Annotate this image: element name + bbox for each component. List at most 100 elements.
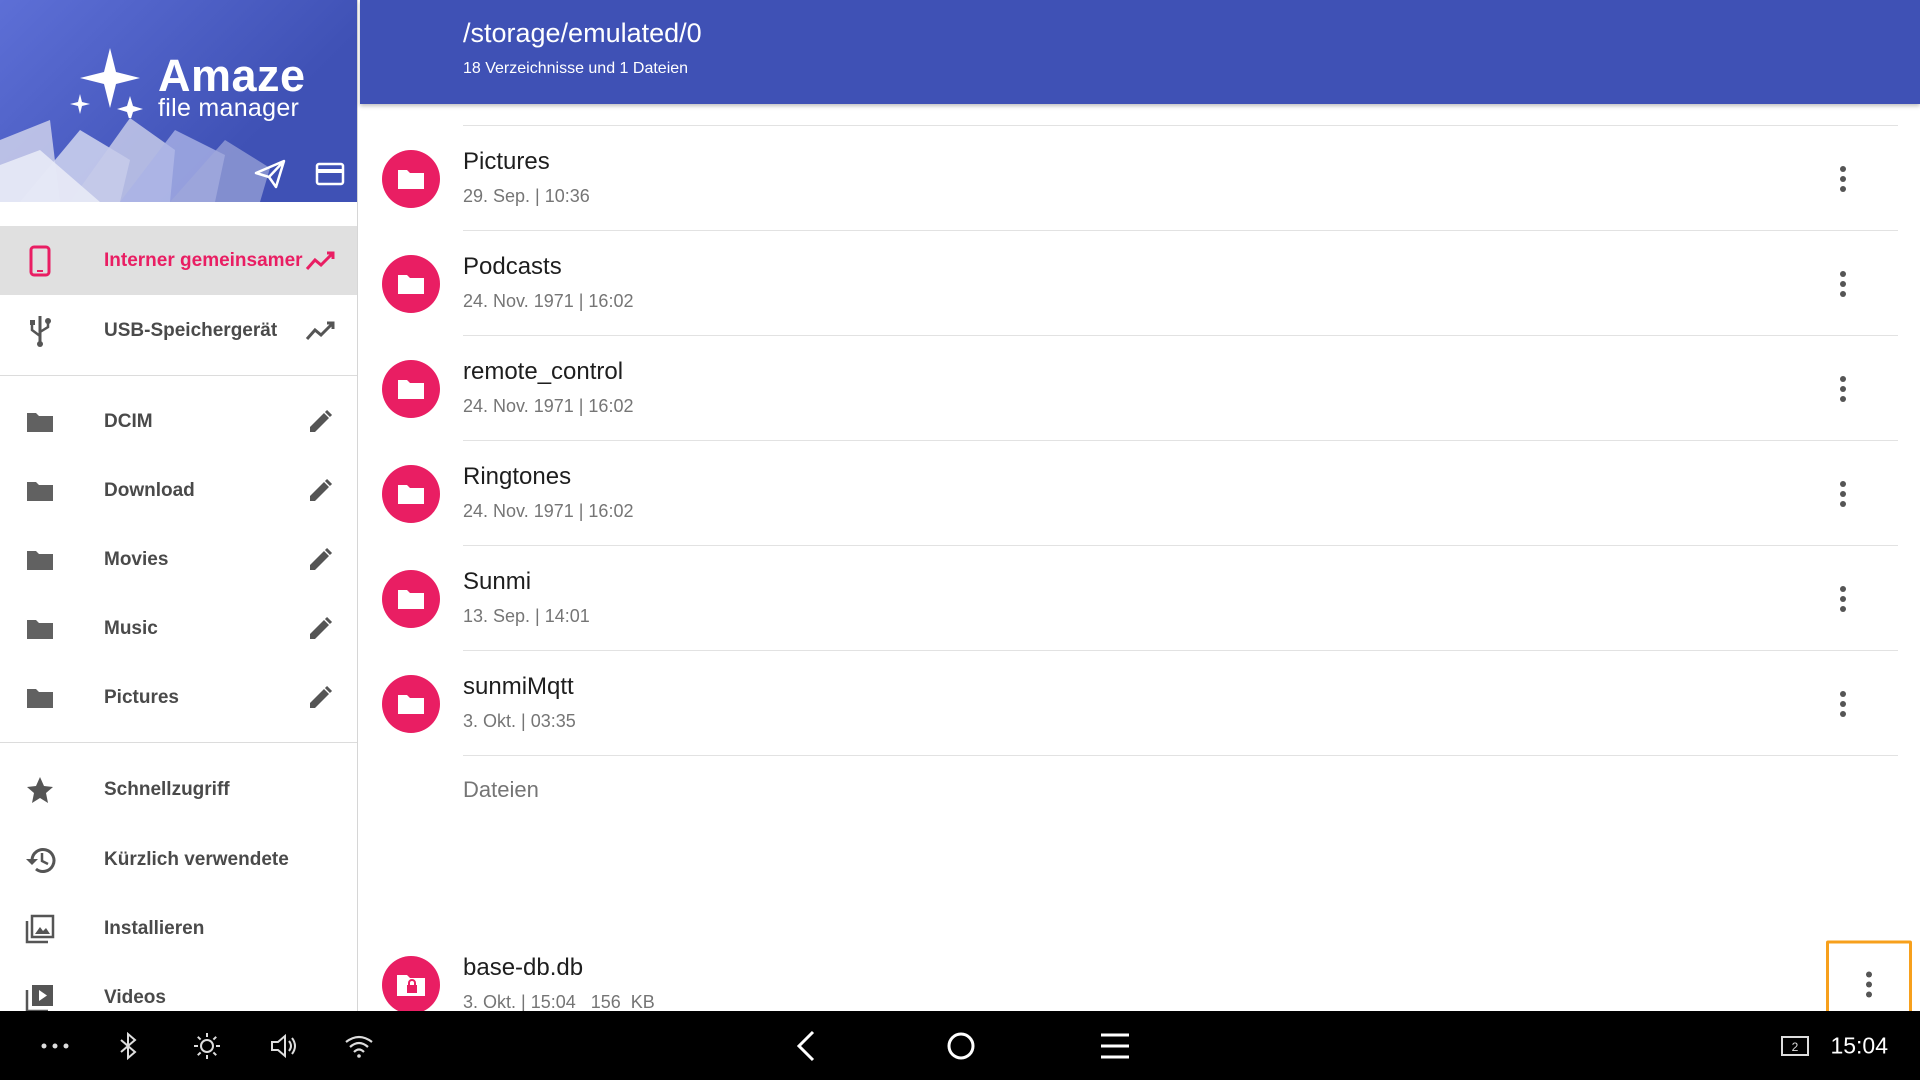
sidebar-item-usb-storage[interactable]: USB-Speichergerät (0, 296, 357, 365)
folder-icon (22, 611, 58, 647)
sidebar-item-label: Movies (104, 548, 169, 570)
sidebar-item-internal-storage[interactable]: Interner gemeinsamer (0, 226, 357, 295)
sidebar-item-label: Pictures (104, 686, 179, 708)
menu-icon[interactable] (1099, 1032, 1131, 1060)
item-name: Podcasts (463, 253, 562, 280)
phone-icon (22, 243, 58, 279)
system-navigation-bar: 2 15:04 (0, 1011, 1920, 1080)
item-meta: 13. Sep. | 14:01 (463, 606, 590, 626)
pencil-icon[interactable] (304, 613, 336, 645)
sidebar-item-label: Kürzlich verwendete (104, 848, 289, 870)
sidebar-item-label: Installieren (104, 917, 205, 939)
wifi-icon[interactable] (344, 1034, 374, 1058)
folder-icon (382, 149, 440, 208)
sidebar-item-music[interactable]: Music (0, 594, 357, 663)
more-options-button[interactable] (1823, 264, 1863, 304)
screen-switch-icon[interactable]: 2 (1780, 1034, 1810, 1058)
sidebar-item-label: Schnellzugriff (104, 778, 230, 800)
list-item-folder[interactable]: Sunmi 13. Sep. | 14:01 (360, 546, 1920, 651)
video-library-icon (22, 980, 58, 1011)
screen-badge: 2 (1792, 1040, 1799, 1054)
list-item-folder[interactable]: Ringtones 24. Nov. 1971 | 16:02 (360, 441, 1920, 546)
app-window: Amaze file manager Interner gemeinsamer (0, 0, 1920, 1080)
folder-icon (382, 254, 440, 313)
folder-icon (22, 680, 58, 716)
more-vert-icon (1840, 165, 1846, 192)
usb-icon (22, 313, 58, 349)
list-item-folder[interactable]: Podcasts 24. Nov. 1971 | 16:02 (360, 231, 1920, 336)
more-options-button[interactable] (1823, 579, 1863, 619)
more-vert-icon (1840, 690, 1846, 717)
amaze-logo-icon (70, 48, 143, 118)
sidebar-item-download[interactable]: Download (0, 456, 357, 525)
item-name: Ringtones (463, 463, 572, 490)
folder-icon (382, 674, 440, 733)
sidebar-item-videos[interactable]: Videos (0, 963, 357, 1011)
locked-file-icon (382, 955, 440, 1014)
item-name: remote_control (463, 358, 624, 385)
sidebar-item-recent[interactable]: Kürzlich verwendete (0, 825, 357, 894)
more-options-button[interactable] (1823, 369, 1863, 409)
item-name: Pictures (463, 148, 550, 175)
sidebar-divider (0, 375, 357, 376)
credit-card-icon (315, 162, 345, 186)
sidebar-item-pictures[interactable]: Pictures (0, 663, 357, 732)
sidebar-item-quick-access[interactable]: Schnellzugriff (0, 755, 357, 824)
bluetooth-icon[interactable] (118, 1031, 138, 1060)
item-meta: 3. Okt. | 03:35 (463, 711, 576, 731)
sidebar-item-label: Music (104, 617, 158, 639)
pencil-icon[interactable] (304, 406, 336, 438)
back-icon[interactable] (795, 1029, 817, 1063)
send-button[interactable] (250, 154, 290, 194)
card-button[interactable] (310, 154, 350, 194)
more-icon[interactable] (40, 1042, 70, 1050)
more-vert-icon (1840, 585, 1846, 612)
navigation-drawer: Amaze file manager Interner gemeinsamer (0, 0, 358, 1011)
usage-trend-icon[interactable] (304, 315, 336, 347)
more-options-button[interactable] (1823, 684, 1863, 724)
folder-icon (22, 473, 58, 509)
pencil-icon[interactable] (304, 544, 336, 576)
sidebar-item-label: Download (104, 479, 195, 501)
list-item-folder[interactable]: remote_control 24. Nov. 1971 | 16:02 (360, 336, 1920, 441)
more-vert-icon (1840, 270, 1846, 297)
sidebar-divider (0, 742, 357, 743)
folder-icon (382, 569, 440, 628)
folder-icon (382, 359, 440, 418)
history-icon (22, 842, 58, 878)
row-divider (463, 755, 1898, 756)
app-subtitle: file manager (158, 94, 300, 122)
sidebar-item-label: Interner gemeinsamer (104, 249, 303, 271)
more-options-button[interactable] (1823, 474, 1863, 514)
sidebar-item-install[interactable]: Installieren (0, 894, 357, 963)
item-meta: 3. Okt. | 15:04 156 KB (463, 992, 655, 1012)
item-name: base-db.db (463, 954, 584, 981)
list-item-folder[interactable]: sunmiMqtt 3. Okt. | 03:35 (360, 651, 1920, 756)
list-item-folder[interactable]: Pictures 29. Sep. | 10:36 (360, 126, 1920, 231)
file-list: Pictures 29. Sep. | 10:36 Podcasts 24. N… (360, 104, 1920, 1037)
sidebar-item-label: DCIM (104, 410, 153, 432)
sidebar-item-label: Videos (104, 986, 166, 1008)
folder-icon (382, 464, 440, 523)
send-icon (254, 159, 286, 189)
home-icon[interactable] (946, 1031, 976, 1061)
volume-icon[interactable] (270, 1033, 298, 1059)
section-header-files: Dateien (463, 777, 539, 802)
brightness-icon[interactable] (193, 1032, 221, 1060)
pencil-icon[interactable] (304, 682, 336, 714)
current-path[interactable]: /storage/emulated/0 (463, 18, 702, 49)
more-options-button[interactable] (1823, 159, 1863, 199)
usage-trend-icon[interactable] (304, 245, 336, 277)
folder-icon (22, 404, 58, 440)
pencil-icon[interactable] (304, 475, 336, 507)
directory-summary: 18 Verzeichnisse und 1 Dateien (463, 60, 689, 77)
item-name: Sunmi (463, 568, 532, 595)
folder-icon (22, 542, 58, 578)
more-vert-icon (1866, 971, 1872, 998)
more-vert-icon (1840, 375, 1846, 402)
sidebar-item-label: USB-Speichergerät (104, 319, 278, 341)
item-meta: 24. Nov. 1971 | 16:02 (463, 396, 634, 416)
sidebar-item-movies[interactable]: Movies (0, 525, 357, 594)
sidebar-item-dcim[interactable]: DCIM (0, 387, 357, 456)
drawer-header: Amaze file manager (0, 0, 357, 202)
